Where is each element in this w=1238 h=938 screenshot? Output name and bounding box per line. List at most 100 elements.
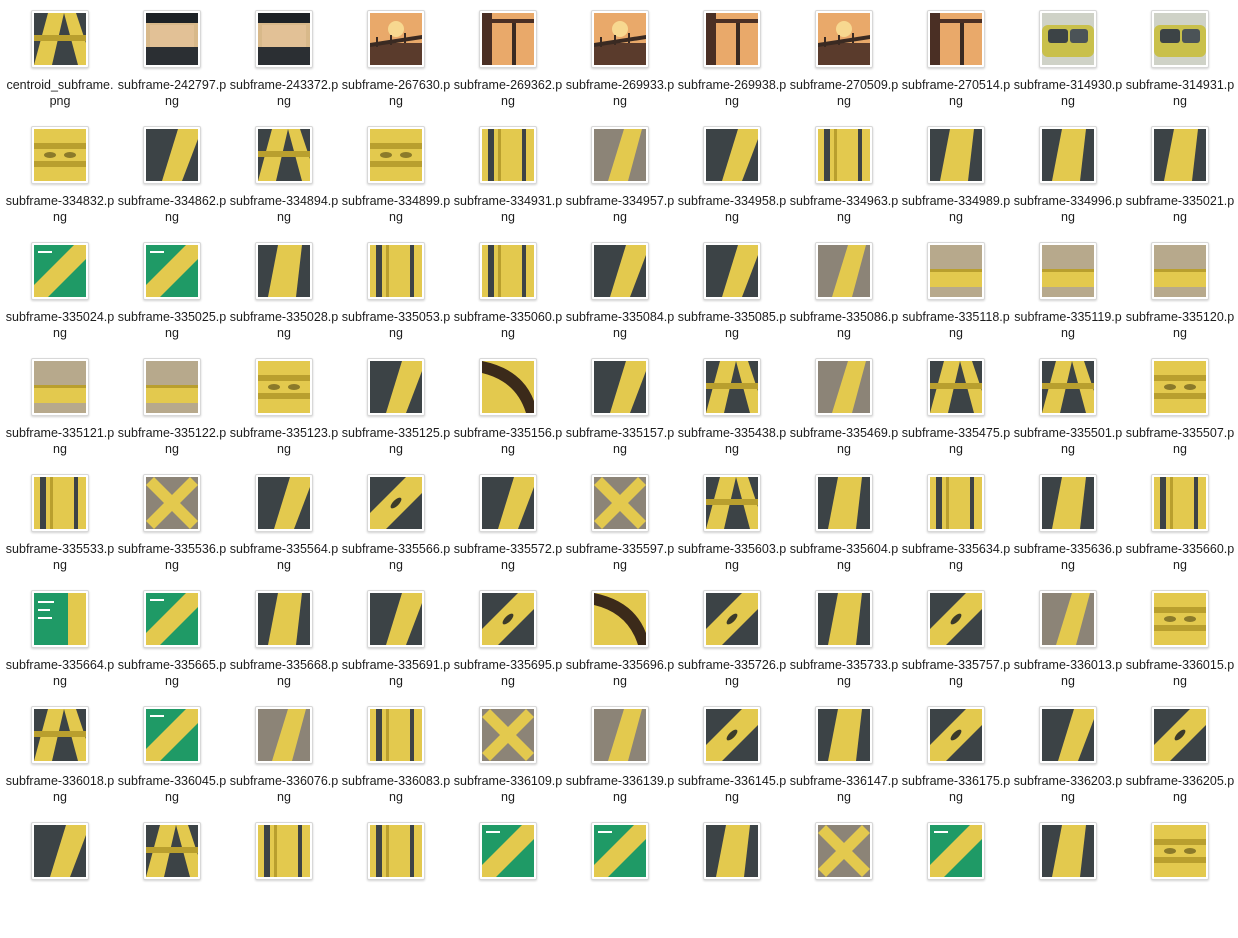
file-item[interactable]: centroid_subframe.png bbox=[4, 10, 116, 126]
file-name[interactable]: subframe-335084.png bbox=[564, 309, 676, 341]
file-name[interactable]: subframe-269933.png bbox=[564, 77, 676, 109]
image-thumbnail[interactable] bbox=[1151, 474, 1209, 532]
file-item[interactable]: subframe-335024.png bbox=[4, 242, 116, 358]
file-name[interactable]: subframe-270514.png bbox=[900, 77, 1012, 109]
file-item[interactable]: subframe-335665.png bbox=[116, 590, 228, 706]
image-thumbnail[interactable] bbox=[1039, 590, 1097, 648]
image-thumbnail[interactable] bbox=[815, 706, 873, 764]
image-thumbnail[interactable] bbox=[143, 242, 201, 300]
file-item[interactable]: subframe-335636.png bbox=[1012, 474, 1124, 590]
file-item[interactable]: subframe-335121.png bbox=[4, 358, 116, 474]
file-name[interactable]: subframe-314931.png bbox=[1124, 77, 1236, 109]
image-thumbnail[interactable] bbox=[1039, 126, 1097, 184]
image-thumbnail[interactable] bbox=[1039, 706, 1097, 764]
image-thumbnail[interactable] bbox=[1039, 10, 1097, 68]
file-name[interactable]: subframe-335021.png bbox=[1124, 193, 1236, 225]
file-item[interactable]: subframe-335726.png bbox=[676, 590, 788, 706]
file-item[interactable]: subframe-335025.png bbox=[116, 242, 228, 358]
file-item[interactable]: subframe-335572.png bbox=[452, 474, 564, 590]
file-item[interactable]: subframe-334931.png bbox=[452, 126, 564, 242]
image-thumbnail[interactable] bbox=[591, 474, 649, 532]
image-thumbnail[interactable] bbox=[31, 10, 89, 68]
file-item[interactable] bbox=[4, 822, 116, 938]
file-name[interactable]: subframe-336018.png bbox=[4, 773, 116, 805]
file-name[interactable]: subframe-335157.png bbox=[564, 425, 676, 457]
file-name[interactable]: subframe-335597.png bbox=[564, 541, 676, 573]
file-item[interactable] bbox=[1124, 822, 1236, 938]
image-thumbnail[interactable] bbox=[479, 474, 537, 532]
image-thumbnail[interactable] bbox=[1151, 10, 1209, 68]
file-item[interactable]: subframe-334832.png bbox=[4, 126, 116, 242]
file-name[interactable]: subframe-335085.png bbox=[676, 309, 788, 341]
file-name[interactable]: subframe-336109.png bbox=[452, 773, 564, 805]
file-name[interactable]: subframe-335572.png bbox=[452, 541, 564, 573]
file-item[interactable]: subframe-335664.png bbox=[4, 590, 116, 706]
image-thumbnail[interactable] bbox=[927, 242, 985, 300]
file-name[interactable]: subframe-335634.png bbox=[900, 541, 1012, 573]
file-item[interactable] bbox=[340, 822, 452, 938]
file-name[interactable]: subframe-269938.png bbox=[676, 77, 788, 109]
image-thumbnail[interactable] bbox=[815, 474, 873, 532]
file-name[interactable]: subframe-335733.png bbox=[788, 657, 900, 689]
image-thumbnail[interactable] bbox=[703, 706, 761, 764]
file-item[interactable]: subframe-335564.png bbox=[228, 474, 340, 590]
file-item[interactable]: subframe-335475.png bbox=[900, 358, 1012, 474]
file-item[interactable] bbox=[900, 822, 1012, 938]
file-name[interactable]: subframe-335025.png bbox=[116, 309, 228, 341]
image-thumbnail[interactable] bbox=[367, 358, 425, 416]
file-name[interactable]: subframe-269362.png bbox=[452, 77, 564, 109]
image-thumbnail[interactable] bbox=[927, 590, 985, 648]
image-thumbnail[interactable] bbox=[479, 10, 537, 68]
file-item[interactable]: subframe-335660.png bbox=[1124, 474, 1236, 590]
image-thumbnail[interactable] bbox=[255, 474, 313, 532]
file-item[interactable]: subframe-336018.png bbox=[4, 706, 116, 822]
file-item[interactable]: subframe-336013.png bbox=[1012, 590, 1124, 706]
file-name[interactable]: subframe-335660.png bbox=[1124, 541, 1236, 573]
image-thumbnail[interactable] bbox=[31, 474, 89, 532]
file-name[interactable]: subframe-334931.png bbox=[452, 193, 564, 225]
file-name[interactable]: subframe-336147.png bbox=[788, 773, 900, 805]
file-name[interactable]: subframe-335636.png bbox=[1012, 541, 1124, 573]
file-name[interactable]: subframe-336139.png bbox=[564, 773, 676, 805]
image-thumbnail[interactable] bbox=[1151, 126, 1209, 184]
file-name[interactable]: subframe-335118.png bbox=[900, 309, 1012, 341]
file-item[interactable]: subframe-336175.png bbox=[900, 706, 1012, 822]
file-name[interactable]: subframe-335726.png bbox=[676, 657, 788, 689]
file-item[interactable]: subframe-335084.png bbox=[564, 242, 676, 358]
file-item[interactable] bbox=[788, 822, 900, 938]
file-item[interactable]: subframe-335695.png bbox=[452, 590, 564, 706]
file-name[interactable]: subframe-335024.png bbox=[4, 309, 116, 341]
image-thumbnail[interactable] bbox=[1039, 358, 1097, 416]
file-item[interactable] bbox=[564, 822, 676, 938]
image-thumbnail[interactable] bbox=[143, 358, 201, 416]
file-name[interactable]: subframe-335125.png bbox=[340, 425, 452, 457]
image-thumbnail[interactable] bbox=[1151, 242, 1209, 300]
image-thumbnail[interactable] bbox=[479, 358, 537, 416]
image-thumbnail[interactable] bbox=[1151, 590, 1209, 648]
file-name[interactable]: subframe-335668.png bbox=[228, 657, 340, 689]
file-item[interactable]: subframe-336045.png bbox=[116, 706, 228, 822]
image-thumbnail[interactable] bbox=[927, 474, 985, 532]
image-thumbnail[interactable] bbox=[479, 590, 537, 648]
image-thumbnail[interactable] bbox=[31, 822, 89, 880]
file-item[interactable]: subframe-270509.png bbox=[788, 10, 900, 126]
image-thumbnail[interactable] bbox=[927, 10, 985, 68]
file-item[interactable]: subframe-335021.png bbox=[1124, 126, 1236, 242]
file-item[interactable]: subframe-335566.png bbox=[340, 474, 452, 590]
image-thumbnail[interactable] bbox=[31, 358, 89, 416]
image-thumbnail[interactable] bbox=[591, 822, 649, 880]
file-name[interactable]: subframe-336013.png bbox=[1012, 657, 1124, 689]
file-item[interactable]: subframe-336083.png bbox=[340, 706, 452, 822]
image-thumbnail[interactable] bbox=[255, 590, 313, 648]
file-item[interactable]: subframe-336076.png bbox=[228, 706, 340, 822]
file-item[interactable]: subframe-335028.png bbox=[228, 242, 340, 358]
file-item[interactable]: subframe-335469.png bbox=[788, 358, 900, 474]
file-name[interactable]: subframe-335604.png bbox=[788, 541, 900, 573]
image-thumbnail[interactable] bbox=[815, 590, 873, 648]
file-name[interactable]: subframe-334963.png bbox=[788, 193, 900, 225]
image-thumbnail[interactable] bbox=[703, 590, 761, 648]
file-item[interactable]: subframe-242797.png bbox=[116, 10, 228, 126]
image-thumbnail[interactable] bbox=[1039, 474, 1097, 532]
file-name[interactable]: subframe-336205.png bbox=[1124, 773, 1236, 805]
file-name[interactable]: subframe-334996.png bbox=[1012, 193, 1124, 225]
